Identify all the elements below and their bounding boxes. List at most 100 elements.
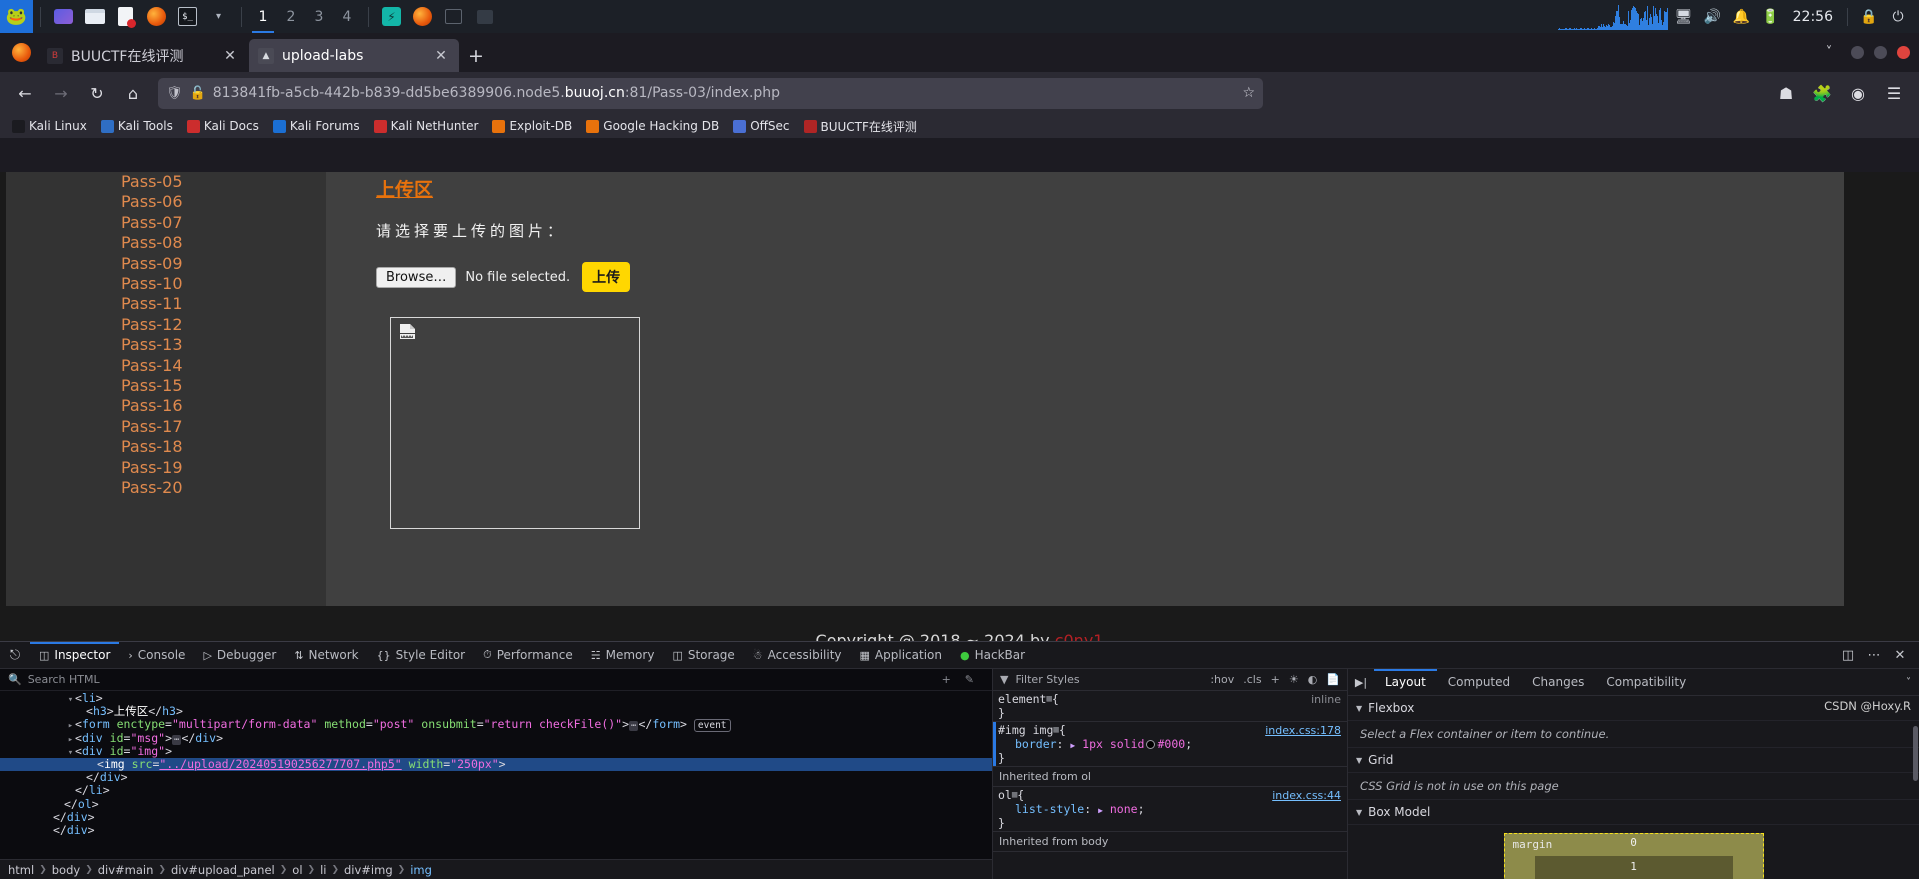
pass-link-pass-17[interactable]: Pass-17: [121, 417, 183, 436]
account-icon[interactable]: ◉: [1841, 77, 1875, 109]
tab-network[interactable]: ⇅ Network: [285, 642, 367, 669]
dom-tree[interactable]: ▾ <li> <h3>上传区</h3> ▸ <form enctype="multipa…: [0, 691, 992, 859]
list-all-tabs-icon[interactable]: ˅: [1814, 38, 1844, 68]
network-icon[interactable]: 🖥: [1671, 4, 1697, 30]
bookmark-kali-docs[interactable]: Kali Docs: [181, 117, 265, 135]
tab-accessibility[interactable]: ☃ Accessibility: [744, 642, 851, 669]
tab-inspector[interactable]: ◫ Inspector: [30, 641, 120, 669]
app-window-icon[interactable]: [471, 3, 498, 30]
css-value[interactable]: none: [1110, 802, 1138, 816]
extensions-icon[interactable]: 🧩: [1805, 77, 1839, 109]
pass-link-pass-12[interactable]: Pass-12: [121, 315, 183, 334]
element-picker-icon[interactable]: ⎋: [0, 642, 30, 669]
expand-arrow-icon[interactable]: ▶: [1070, 741, 1075, 750]
css-rule[interactable]: #img img ▦ {index.css:178 border: ▶ 1px s…: [993, 722, 1347, 767]
firefox-icon[interactable]: [143, 3, 170, 30]
pass-link-pass-18[interactable]: Pass-18: [121, 437, 183, 456]
broken-lock-icon[interactable]: 🔓: [190, 86, 206, 101]
dom-node[interactable]: </div>: [0, 770, 992, 784]
cls-button[interactable]: .cls: [1243, 673, 1261, 686]
section-grid[interactable]: ▼ Grid: [1348, 748, 1919, 773]
terminal-icon[interactable]: $_: [174, 3, 201, 30]
close-icon[interactable]: ✕: [221, 47, 239, 65]
layout-overflow-icon[interactable]: ˅: [1906, 677, 1919, 688]
pass-link-pass-14[interactable]: Pass-14: [121, 356, 183, 375]
breadcrumb-item-div-upload_panel[interactable]: div#upload_panel: [171, 863, 275, 877]
tab-upload-labs[interactable]: ▲ upload-labs ✕: [249, 39, 459, 72]
bookmark-star-icon[interactable]: ☆: [1242, 85, 1255, 101]
zap-burp-icon[interactable]: ⚡: [378, 3, 405, 30]
workspace-4[interactable]: 4: [333, 0, 361, 33]
css-property[interactable]: border: [1015, 737, 1057, 751]
upload-submit-button[interactable]: 上传: [582, 262, 631, 292]
minimize-button[interactable]: [1851, 46, 1864, 59]
url-bar[interactable]: 🛡 🔓 813841fb-a5cb-442b-b839-dd5be6389906…: [158, 77, 1263, 109]
breadcrumb-item-li[interactable]: li: [320, 863, 326, 877]
rule-selector[interactable]: element: [998, 692, 1046, 706]
dark-scheme-icon[interactable]: ◐: [1308, 673, 1318, 686]
workspace-2[interactable]: 2: [277, 0, 305, 33]
css-value[interactable]: 1px solid: [1082, 737, 1144, 751]
back-button[interactable]: ←: [8, 77, 42, 109]
pass-link-pass-08[interactable]: Pass-08: [121, 233, 183, 252]
tab-compatibility[interactable]: Compatibility: [1595, 669, 1697, 696]
file-input[interactable]: Browse… No file selected.: [376, 265, 570, 289]
close-icon[interactable]: ✕: [432, 47, 450, 65]
bookmark-kali-forums[interactable]: Kali Forums: [267, 117, 366, 135]
print-media-icon[interactable]: 📄: [1326, 673, 1340, 686]
rule-source[interactable]: index.css:44: [1272, 789, 1347, 802]
tab-computed[interactable]: Computed: [1437, 669, 1521, 696]
bookmark-exploit-db[interactable]: Exploit-DB: [486, 117, 578, 135]
css-property[interactable]: list-style: [1015, 802, 1084, 816]
app-menu-button[interactable]: ☰: [1877, 77, 1911, 109]
tab-performance[interactable]: ⏱ Performance: [474, 642, 582, 669]
light-scheme-icon[interactable]: ☀: [1289, 673, 1299, 686]
expand-arrow-icon[interactable]: ▶: [1098, 806, 1103, 815]
bell-icon[interactable]: 🔔: [1729, 4, 1755, 30]
pass-link-pass-19[interactable]: Pass-19: [121, 458, 183, 477]
pocket-icon[interactable]: ☗: [1769, 77, 1803, 109]
breadcrumb-item-div-img[interactable]: div#img: [344, 863, 393, 877]
power-icon[interactable]: ⏻: [1885, 4, 1911, 30]
shield-icon[interactable]: 🛡: [166, 86, 183, 101]
tab-hackbar[interactable]: ● HackBar: [951, 642, 1034, 669]
hov-button[interactable]: :hov: [1210, 673, 1234, 686]
terminal-window-icon[interactable]: [440, 3, 467, 30]
tab-buuctf[interactable]: B BUUCTF在线评测 ✕: [38, 39, 248, 72]
chevron-down-icon[interactable]: ▾: [205, 3, 232, 30]
css-declaration[interactable]: border: ▶ 1px solid #000;: [998, 737, 1347, 751]
maximize-button[interactable]: [1874, 46, 1887, 59]
files-app-icon[interactable]: [50, 3, 77, 30]
bookmark-kali-linux[interactable]: Kali Linux: [6, 117, 93, 135]
clock[interactable]: 22:56: [1787, 9, 1839, 25]
tab-memory[interactable]: ☵ Memory: [582, 642, 664, 669]
css-declaration[interactable]: list-style: ▶ none;: [998, 802, 1347, 816]
firefox-window-icon[interactable]: [409, 3, 436, 37]
rule-source[interactable]: index.css:178: [1265, 724, 1347, 737]
document-icon[interactable]: [112, 3, 139, 30]
filter-styles-input[interactable]: Filter Styles: [1015, 673, 1079, 686]
battery-icon[interactable]: 🔋: [1758, 4, 1784, 30]
css-rule[interactable]: element ▦ {inline}: [993, 691, 1347, 722]
dom-node[interactable]: </li>: [0, 784, 992, 797]
reload-button[interactable]: ↻: [80, 77, 114, 109]
close-window-button[interactable]: [1897, 46, 1910, 59]
pass-link-pass-15[interactable]: Pass-15: [121, 376, 183, 395]
html-search-bar[interactable]: 🔍 Search HTML + ✎: [0, 669, 992, 691]
pass-link-pass-07[interactable]: Pass-07: [121, 213, 183, 232]
pass-link-pass-16[interactable]: Pass-16: [121, 396, 183, 415]
forward-button[interactable]: →: [44, 77, 78, 109]
workspace-3[interactable]: 3: [305, 0, 333, 33]
dom-node[interactable]: </div>: [0, 823, 992, 837]
bookmark-google-hacking-db[interactable]: Google Hacking DB: [580, 117, 725, 135]
add-node-button[interactable]: +: [942, 673, 951, 686]
new-tab-button[interactable]: +: [460, 40, 492, 72]
add-rule-button[interactable]: +: [1271, 673, 1280, 686]
workspace-1[interactable]: 1: [249, 0, 277, 33]
section-box-model[interactable]: ▼ Box Model: [1348, 800, 1919, 825]
pass-link-pass-10[interactable]: Pass-10: [121, 274, 183, 293]
lock-icon[interactable]: 🔒: [1856, 4, 1882, 30]
home-button[interactable]: ⌂: [116, 77, 150, 109]
tab-style-editor[interactable]: {} Style Editor: [368, 642, 474, 669]
bookmark-kali-nethunter[interactable]: Kali NetHunter: [368, 117, 485, 135]
